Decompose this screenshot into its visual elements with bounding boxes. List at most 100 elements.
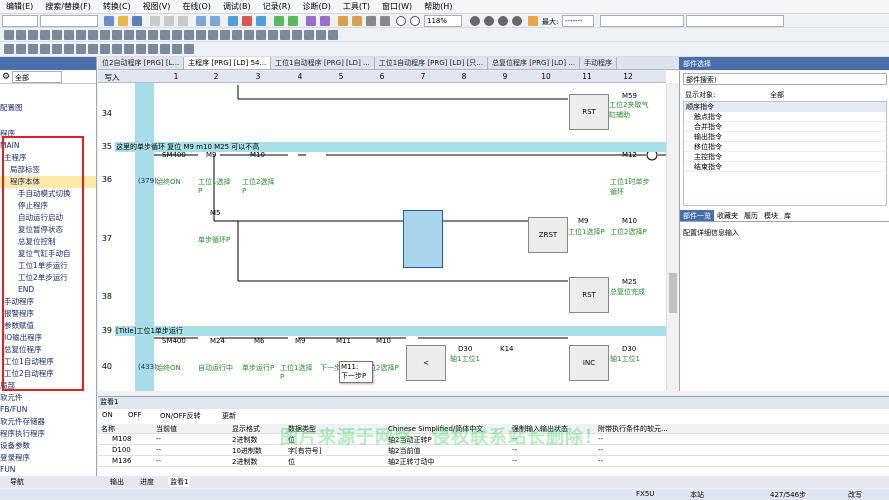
tab-station1-auto[interactable]: 工位1自动程序 [PRG] [LD] ...: [271, 57, 375, 69]
nav-item-alarm[interactable]: 报警程序: [0, 308, 96, 320]
ladder-tool-9-icon[interactable]: [100, 30, 110, 40]
ladder-tool-26-icon[interactable]: [304, 30, 314, 40]
menu-tools[interactable]: 工具(T): [337, 1, 376, 12]
replace-icon[interactable]: [352, 16, 362, 26]
nav-item-auto-start[interactable]: 自动运行启动: [0, 212, 96, 224]
redo-icon[interactable]: [210, 16, 220, 26]
nav-item-stop[interactable]: 停止程序: [0, 200, 96, 212]
nav-item-program-body[interactable]: 程序本体: [0, 176, 96, 188]
zoom-select[interactable]: 118%: [424, 15, 462, 27]
ladder-tool-35-icon[interactable]: [76, 44, 86, 54]
watch-on-button[interactable]: ON: [102, 411, 113, 419]
reset-icon[interactable]: [512, 16, 522, 26]
display-target-value[interactable]: 全部: [770, 90, 784, 100]
parts-item-output[interactable]: 输出指令: [684, 132, 886, 142]
nav-item-io-output[interactable]: IO输出程序: [0, 332, 96, 344]
ladder-tool-23-icon[interactable]: [268, 30, 278, 40]
nav-item-total-reset[interactable]: 总复位控制: [0, 236, 96, 248]
compare-instruction[interactable]: <: [406, 345, 446, 381]
bell-icon[interactable]: [528, 16, 538, 26]
nav-filter-select[interactable]: 全部: [12, 71, 62, 83]
menu-help[interactable]: 帮助(H): [418, 1, 458, 12]
ladder-tool-12-icon[interactable]: [136, 30, 146, 40]
nav-item-main-program[interactable]: 主程序: [0, 152, 96, 164]
find-icon[interactable]: [338, 16, 348, 26]
nav-item-reset-program[interactable]: 总复位程序: [0, 344, 96, 356]
watch-off-button[interactable]: OFF: [128, 411, 142, 419]
ladder-tool-43-icon[interactable]: [172, 44, 182, 54]
parts-item-contact[interactable]: 触点指令: [684, 112, 886, 122]
tab-manual-program[interactable]: 手动程序: [580, 57, 618, 69]
tab-parts-list[interactable]: 部件一览: [680, 210, 714, 221]
ladder-tool-39-icon[interactable]: [124, 44, 134, 54]
watch-refresh-button[interactable]: 更新: [222, 411, 236, 421]
ladder-tool-41-icon[interactable]: [148, 44, 158, 54]
menu-convert[interactable]: 转换(C): [97, 1, 137, 12]
ladder-tool-8-icon[interactable]: [88, 30, 98, 40]
gear-icon[interactable]: ⚙: [2, 72, 10, 82]
nav-item-device-memory[interactable]: 软元件存储器: [0, 416, 96, 428]
nav-item-login-program[interactable]: 登录程序: [0, 452, 96, 464]
menu-online[interactable]: 在线(O): [176, 1, 217, 12]
nav-item-local-labels[interactable]: 局部标签: [0, 164, 96, 176]
tab-module[interactable]: 模块: [761, 210, 781, 221]
tab-main-program[interactable]: 主程序 [PRG] [LD] 54...: [184, 57, 272, 69]
ladder-tool-7-icon[interactable]: [76, 30, 86, 40]
ladder-tool-18-icon[interactable]: [208, 30, 218, 40]
nav-item-program[interactable]: 程序: [0, 128, 96, 140]
rst-instruction-34[interactable]: RST: [569, 94, 609, 130]
menu-view[interactable]: 视图(V): [137, 1, 177, 12]
verify-icon[interactable]: [256, 16, 266, 26]
menu-diagnose[interactable]: 诊断(D): [296, 1, 336, 12]
ladder-tool-29-icon[interactable]: [4, 44, 14, 54]
write-plc-icon[interactable]: [242, 16, 252, 26]
nav-item-manual[interactable]: 手动程序: [0, 296, 96, 308]
tab-output[interactable]: 输出: [110, 477, 124, 487]
nav-item-cylinder-reset[interactable]: 复位气缸手动自: [0, 248, 96, 260]
nav-item-devices[interactable]: 软元件: [0, 392, 96, 404]
stop-icon[interactable]: [498, 16, 508, 26]
copy-icon[interactable]: [164, 16, 174, 26]
monitor-start-icon[interactable]: [274, 16, 284, 26]
nav-item-end[interactable]: END: [0, 284, 96, 296]
undo-icon[interactable]: [196, 16, 206, 26]
ladder-tool-27-icon[interactable]: [316, 30, 326, 40]
nav-item-params[interactable]: 参数赋值: [0, 320, 96, 332]
nav-item-station2-auto[interactable]: 工位2自动程序: [0, 368, 96, 380]
ladder-tool-17-icon[interactable]: [196, 30, 206, 40]
ladder-tool-31-icon[interactable]: [28, 44, 38, 54]
ladder-scrollbar[interactable]: [666, 83, 679, 391]
tab-favorites[interactable]: 收藏夹: [714, 210, 741, 221]
inc-instruction[interactable]: INC: [569, 345, 609, 381]
ladder-tool-10-icon[interactable]: [112, 30, 122, 40]
toolbar-combo-1[interactable]: [2, 15, 38, 27]
zoom-out-icon[interactable]: [410, 16, 420, 26]
paste-icon[interactable]: [178, 16, 188, 26]
save-icon[interactable]: [132, 16, 142, 26]
ladder-tool-25-icon[interactable]: [292, 30, 302, 40]
table-row[interactable]: M136 -- 2进制数 位 轴2正转寸动中 -- --: [98, 457, 889, 467]
nav-item-fun[interactable]: FUN: [0, 464, 96, 476]
zoom-in-icon[interactable]: [396, 16, 406, 26]
tab-reset-program[interactable]: 总复位程序 [PRG] [LD] ...: [488, 57, 581, 69]
nav-item-fbfun[interactable]: FB/FUN: [0, 404, 96, 416]
ladder-tool-38-icon[interactable]: [112, 44, 122, 54]
tab-watch1[interactable]: 监看1: [168, 477, 191, 487]
bookmark-icon[interactable]: [380, 16, 390, 26]
ladder-tool-4-icon[interactable]: [40, 30, 50, 40]
tab-history[interactable]: 履历: [741, 210, 761, 221]
monitor-stop-icon[interactable]: [288, 16, 298, 26]
tab-station2-auto[interactable]: 位2自动程序 [PRG] [L...: [98, 57, 185, 69]
run-icon[interactable]: [470, 16, 480, 26]
ladder-tool-14-icon[interactable]: [160, 30, 170, 40]
nav-item-station2-step[interactable]: 工位2单步运行: [0, 272, 96, 284]
watch-toggle-button[interactable]: ON/OFF反转: [160, 411, 201, 421]
ladder-tool-6-icon[interactable]: [64, 30, 74, 40]
nav-item-station1-auto[interactable]: 工位1自动程序: [0, 356, 96, 368]
pause-icon[interactable]: [484, 16, 494, 26]
new-icon[interactable]: [104, 16, 114, 26]
parts-item-shift[interactable]: 移位指令: [684, 142, 886, 152]
toolbar-combo-4[interactable]: [686, 15, 784, 27]
nav-item-local[interactable]: 局部: [0, 380, 96, 392]
ladder-tool-3-icon[interactable]: [28, 30, 38, 40]
